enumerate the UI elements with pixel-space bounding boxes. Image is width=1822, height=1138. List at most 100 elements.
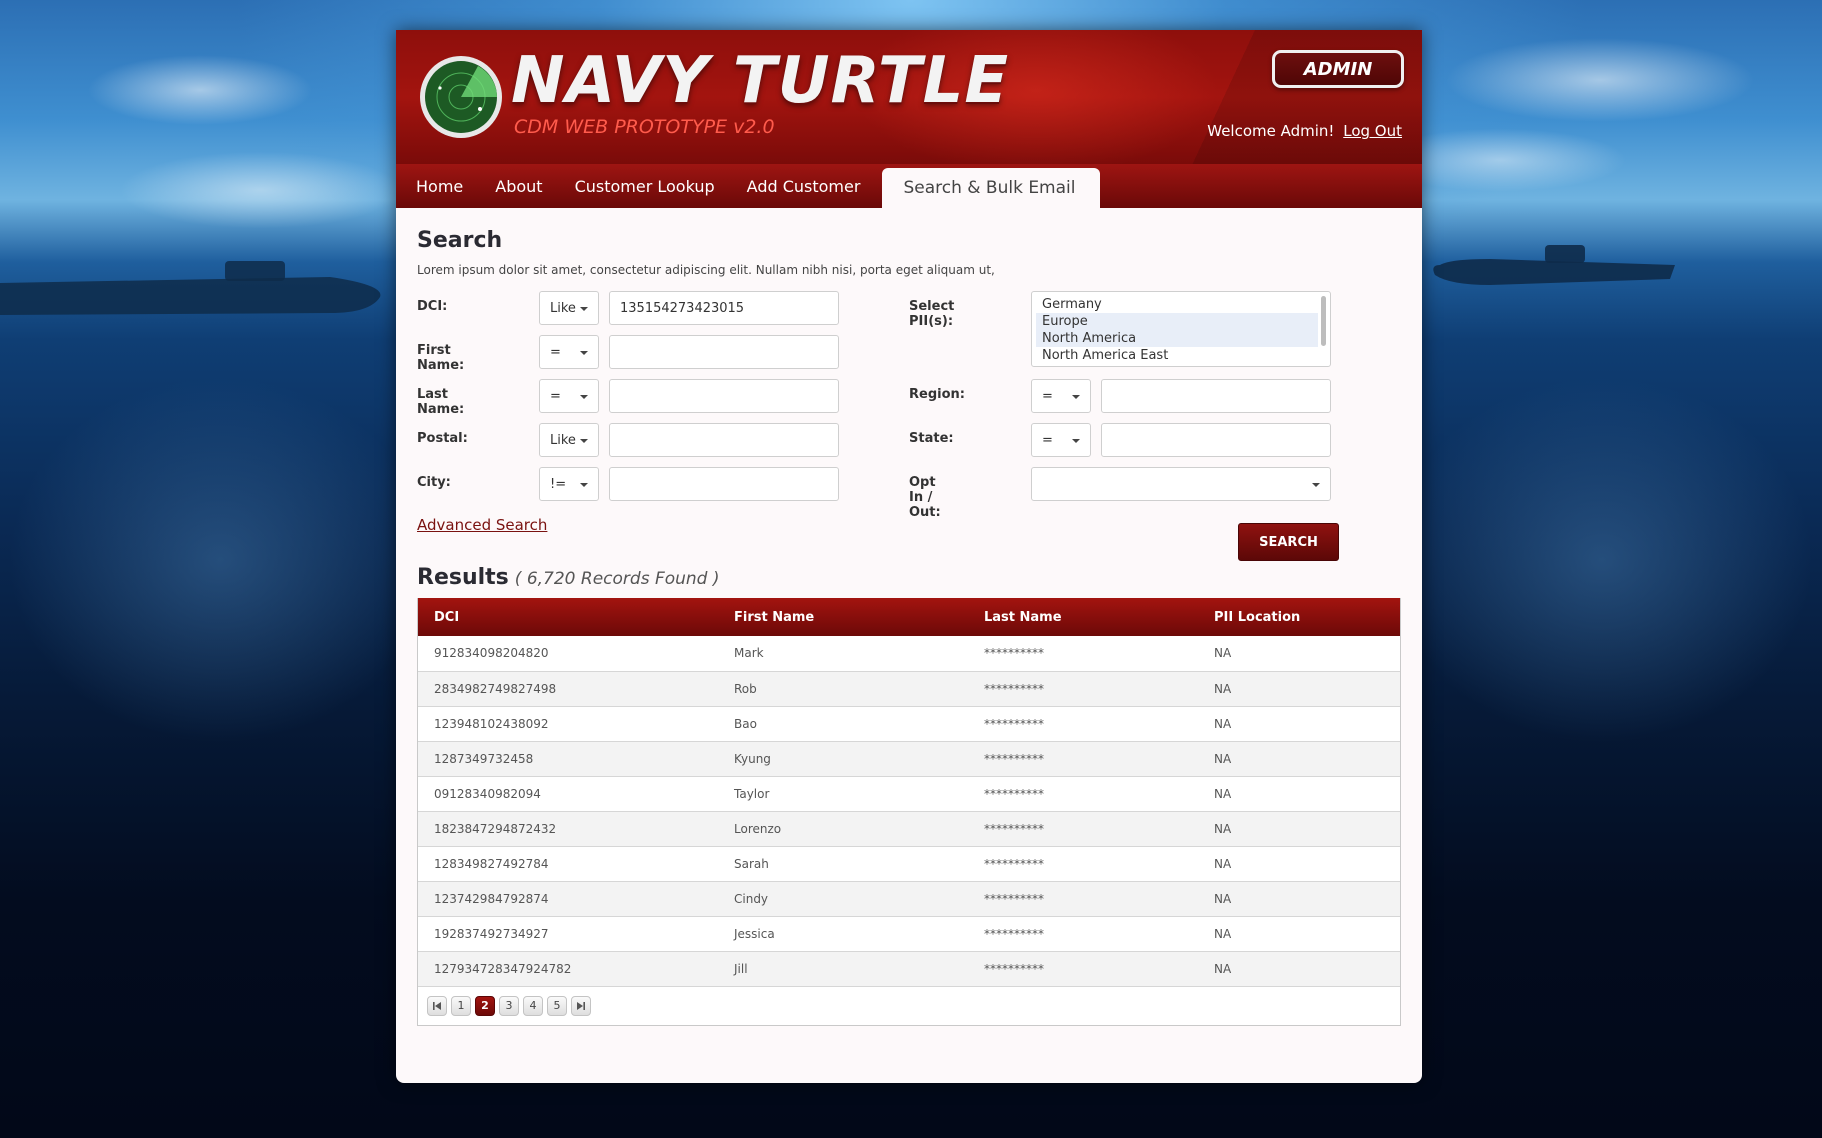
cell-last-name: ********** (968, 916, 1198, 952)
pii-scrollbar[interactable] (1321, 296, 1326, 346)
nav-home[interactable]: Home (400, 164, 479, 208)
chevron-down-icon (580, 483, 588, 487)
opt-in-out-label: Opt In / Out: (909, 475, 941, 520)
last-name-label: Last Name: (417, 387, 465, 417)
cell-last-name: ********** (968, 811, 1198, 847)
search-form: DCI: Like First Name: = Last Name: = Pos… (417, 291, 1401, 561)
opt-in-out-select[interactable] (1031, 467, 1331, 501)
page-2-button[interactable]: 2 (475, 995, 495, 1016)
cell-first-name: Lorenzo (718, 811, 968, 847)
city-label: City: (417, 475, 451, 490)
cell-pii-location: NA (1198, 776, 1400, 812)
radar-logo-icon (420, 56, 502, 138)
cell-last-name: ********** (968, 951, 1198, 987)
app-subtitle: CDM WEB PROTOTYPE v2.0 (514, 116, 775, 138)
state-input[interactable] (1101, 423, 1331, 457)
region-operator-value: = (1042, 389, 1053, 404)
dci-input[interactable] (609, 291, 839, 325)
table-header-row: DCI First Name Last Name PII Location (418, 598, 1400, 636)
column-header-last-name[interactable]: Last Name (968, 598, 1198, 636)
skip-back-icon (433, 1001, 441, 1010)
nav-add-customer[interactable]: Add Customer (731, 164, 877, 208)
state-operator-select[interactable]: = (1031, 423, 1091, 457)
first-name-input[interactable] (609, 335, 839, 369)
cell-last-name: ********** (968, 706, 1198, 742)
first-name-operator-value: = (550, 345, 561, 360)
cell-last-name: ********** (968, 776, 1198, 812)
table-row[interactable]: 09128340982094 Taylor ********** NA (418, 776, 1400, 812)
background-reef-left (0, 320, 420, 880)
cell-last-name: ********** (968, 846, 1198, 882)
app-title: NAVY TURTLE (511, 44, 1010, 118)
search-description: Lorem ipsum dolor sit amet, consectetur … (417, 263, 995, 277)
page-4-button[interactable]: 4 (523, 995, 543, 1016)
cell-first-name: Taylor (718, 776, 968, 812)
pii-option-north-america-east[interactable]: North America East (1036, 347, 1318, 364)
pii-label: Select PII(s): (909, 299, 955, 329)
last-name-operator-select[interactable]: = (539, 379, 599, 413)
search-button[interactable]: SEARCH (1238, 523, 1339, 561)
chevron-down-icon (1072, 395, 1080, 399)
state-operator-value: = (1042, 433, 1053, 448)
cell-first-name: Sarah (718, 846, 968, 882)
first-page-icon[interactable] (427, 995, 447, 1016)
nav-customer-lookup[interactable]: Customer Lookup (559, 164, 731, 208)
chevron-down-icon (580, 307, 588, 311)
table-row[interactable]: 128349827492784 Sarah ********** NA (418, 846, 1400, 882)
city-operator-select[interactable]: != (539, 467, 599, 501)
logout-link[interactable]: Log Out (1343, 122, 1402, 140)
site-header: NAVY TURTLE CDM WEB PROTOTYPE v2.0 ADMIN… (396, 30, 1422, 164)
column-header-first-name[interactable]: First Name (718, 598, 968, 636)
nav-search-bulk-email[interactable]: Search & Bulk Email (882, 168, 1101, 208)
advanced-search-link[interactable]: Advanced Search (417, 516, 547, 534)
postal-operator-select[interactable]: Like (539, 423, 599, 457)
dci-operator-value: Like (550, 301, 576, 316)
region-operator-select[interactable]: = (1031, 379, 1091, 413)
pii-option-europe[interactable]: Europe (1036, 313, 1318, 330)
table-row[interactable]: 2834982749827498 Rob ********** NA (418, 671, 1400, 707)
table-row[interactable]: 192837492734927 Jessica ********** NA (418, 916, 1400, 952)
cell-dci: 912834098204820 (418, 636, 718, 672)
submarine-left-image (0, 261, 381, 315)
page-1-button[interactable]: 1 (451, 995, 471, 1016)
last-page-icon[interactable] (571, 995, 591, 1016)
column-header-pii-location[interactable]: PII Location (1198, 598, 1400, 636)
role-badge: ADMIN (1272, 50, 1404, 88)
cell-pii-location: NA (1198, 951, 1400, 987)
table-row[interactable]: 1823847294872432 Lorenzo ********** NA (418, 811, 1400, 847)
last-name-input[interactable] (609, 379, 839, 413)
chevron-down-icon (1312, 483, 1320, 487)
table-row[interactable]: 123742984792874 Cindy ********** NA (418, 881, 1400, 917)
background-reef-right (1402, 320, 1822, 880)
chevron-down-icon (580, 351, 588, 355)
cell-dci: 127934728347924782 (418, 951, 718, 987)
pii-option-germany[interactable]: Germany (1036, 296, 1318, 313)
results-count: ( 6,720 Records Found ) (514, 569, 720, 589)
dci-operator-select[interactable]: Like (539, 291, 599, 325)
cell-last-name: ********** (968, 881, 1198, 917)
pii-listbox[interactable]: Germany Europe North America North Ameri… (1031, 291, 1331, 367)
chevron-down-icon (580, 439, 588, 443)
page-5-button[interactable]: 5 (547, 995, 567, 1016)
cell-last-name: ********** (968, 636, 1198, 672)
nav-about[interactable]: About (479, 164, 558, 208)
cell-pii-location: NA (1198, 916, 1400, 952)
table-row[interactable]: 912834098204820 Mark ********** NA (418, 636, 1400, 672)
cell-pii-location: NA (1198, 881, 1400, 917)
column-header-dci[interactable]: DCI (418, 598, 718, 636)
postal-input[interactable] (609, 423, 839, 457)
region-input[interactable] (1101, 379, 1331, 413)
cell-dci: 123948102438092 (418, 706, 718, 742)
pii-option-north-america[interactable]: North America (1036, 330, 1318, 347)
pagination: 1 2 3 4 5 (418, 987, 1400, 1025)
skip-forward-icon (577, 1001, 585, 1010)
cell-pii-location: NA (1198, 671, 1400, 707)
table-row[interactable]: 127934728347924782 Jill ********** NA (418, 951, 1400, 987)
last-name-operator-value: = (550, 389, 561, 404)
city-input[interactable] (609, 467, 839, 501)
cell-pii-location: NA (1198, 706, 1400, 742)
first-name-operator-select[interactable]: = (539, 335, 599, 369)
page-3-button[interactable]: 3 (499, 995, 519, 1016)
table-row[interactable]: 123948102438092 Bao ********** NA (418, 706, 1400, 742)
table-row[interactable]: 1287349732458 Kyung ********** NA (418, 741, 1400, 777)
